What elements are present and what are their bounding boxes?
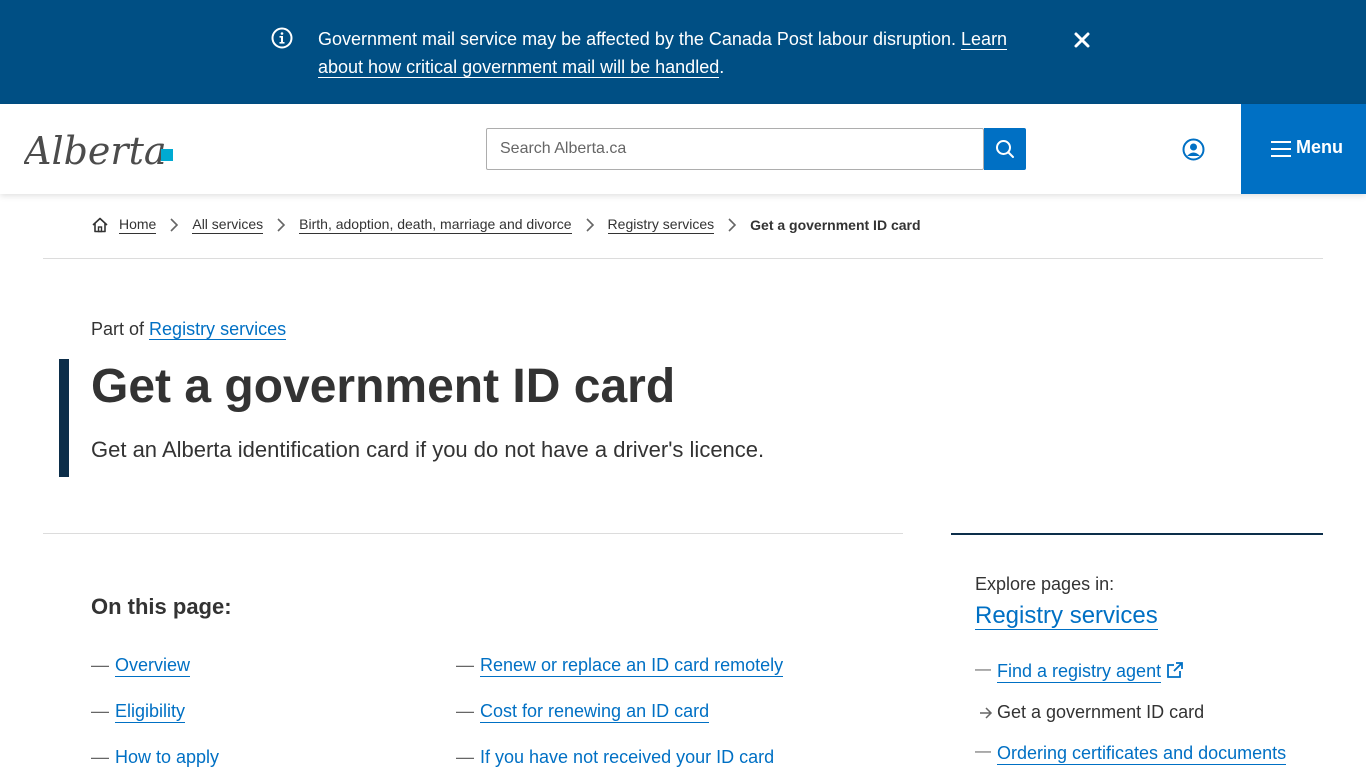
home-icon[interactable] xyxy=(91,216,109,234)
list-item: — Find a registry agent xyxy=(975,661,1286,702)
list-item: — Cost for renewing an ID card xyxy=(456,701,710,723)
list-item: — Overview xyxy=(91,655,191,677)
sidebar-current-page: Get a government ID card xyxy=(997,702,1205,722)
list-item: Get a government ID card xyxy=(975,702,1286,743)
breadcrumb-home[interactable]: Home xyxy=(119,216,157,234)
search-input[interactable] xyxy=(486,128,984,170)
sidebar-top-rule xyxy=(951,533,1323,535)
alert-trailing: . xyxy=(719,57,725,77)
hamburger-icon xyxy=(1271,141,1291,157)
page-title: Get a government ID card xyxy=(91,360,676,413)
chevron-right-icon xyxy=(170,218,179,232)
breadcrumb-all-services[interactable]: All services xyxy=(192,216,264,234)
info-icon xyxy=(271,27,293,49)
search-button[interactable] xyxy=(984,128,1026,170)
external-link-icon xyxy=(1167,662,1183,678)
menu-button[interactable]: Menu xyxy=(1241,104,1366,194)
alert-banner: Government mail service may be affected … xyxy=(0,0,1366,104)
breadcrumb-birth-adoption[interactable]: Birth, adoption, death, marriage and div… xyxy=(299,216,572,234)
toc-link-overview[interactable]: Overview xyxy=(115,655,191,677)
title-accent-bar xyxy=(59,359,69,477)
chevron-right-icon xyxy=(728,218,737,232)
divider xyxy=(43,533,903,534)
arrow-right-icon xyxy=(980,707,993,719)
breadcrumb-current: Get a government ID card xyxy=(750,217,921,233)
list-item: — Ordering certificates and documents xyxy=(975,743,1287,768)
sidebar-link-ordering-certificates[interactable]: Ordering certificates and documents xyxy=(997,743,1287,765)
divider xyxy=(43,258,1323,259)
breadcrumb-registry-services[interactable]: Registry services xyxy=(607,216,715,234)
part-of: Part of Registry services xyxy=(91,319,287,340)
close-icon[interactable] xyxy=(1072,30,1092,50)
dash-icon: — xyxy=(975,661,991,678)
chevron-right-icon xyxy=(585,218,594,232)
list-item: — If you have not received your ID card xyxy=(456,747,775,768)
toc-link-renew-remotely[interactable]: Renew or replace an ID card remotely xyxy=(480,655,784,677)
site-header: Alberta Menu xyxy=(0,104,1366,194)
list-item: — How to apply xyxy=(91,747,220,768)
sidebar-link-find-registry-agent[interactable]: Find a registry agent xyxy=(997,661,1162,683)
dash-icon: — xyxy=(975,743,991,760)
alert-message-text: Government mail service may be affected … xyxy=(318,29,957,49)
on-this-page-list-left: — Overview — Eligibility — How to apply xyxy=(91,655,219,768)
toc-link-not-received[interactable]: If you have not received your ID card xyxy=(480,747,774,768)
alert-message: Government mail service may be affected … xyxy=(318,25,1038,81)
account-icon[interactable] xyxy=(1182,138,1205,161)
breadcrumb: Home All services Birth, adoption, death… xyxy=(91,214,921,236)
alberta-logo[interactable]: Alberta xyxy=(24,124,176,176)
page-lead: Get an Alberta identification card if yo… xyxy=(91,437,765,462)
sidebar-list: — Find a registry agent Get a government… xyxy=(975,661,1287,768)
list-item: — Eligibility xyxy=(91,701,186,723)
part-of-link[interactable]: Registry services xyxy=(149,319,287,340)
toc-link-how-to-apply[interactable]: How to apply xyxy=(115,747,219,768)
on-this-page-list-right: — Renew or replace an ID card remotely — C… xyxy=(456,655,784,768)
toc-link-cost[interactable]: Cost for renewing an ID card xyxy=(480,701,710,723)
explore-title-link[interactable]: Registry services xyxy=(975,602,1158,630)
list-item: — Renew or replace an ID card remotely xyxy=(456,655,784,677)
explore-label: Explore pages in: xyxy=(975,574,1115,594)
menu-label: Menu xyxy=(1296,137,1343,157)
on-this-page-heading: On this page: xyxy=(91,594,232,619)
part-of-label: Part of xyxy=(91,319,145,339)
chevron-right-icon xyxy=(277,218,286,232)
toc-link-eligibility[interactable]: Eligibility xyxy=(115,701,186,723)
svg-text:Alberta: Alberta xyxy=(24,129,167,173)
explore-title: Registry services xyxy=(975,602,1158,630)
search-icon xyxy=(996,140,1014,158)
